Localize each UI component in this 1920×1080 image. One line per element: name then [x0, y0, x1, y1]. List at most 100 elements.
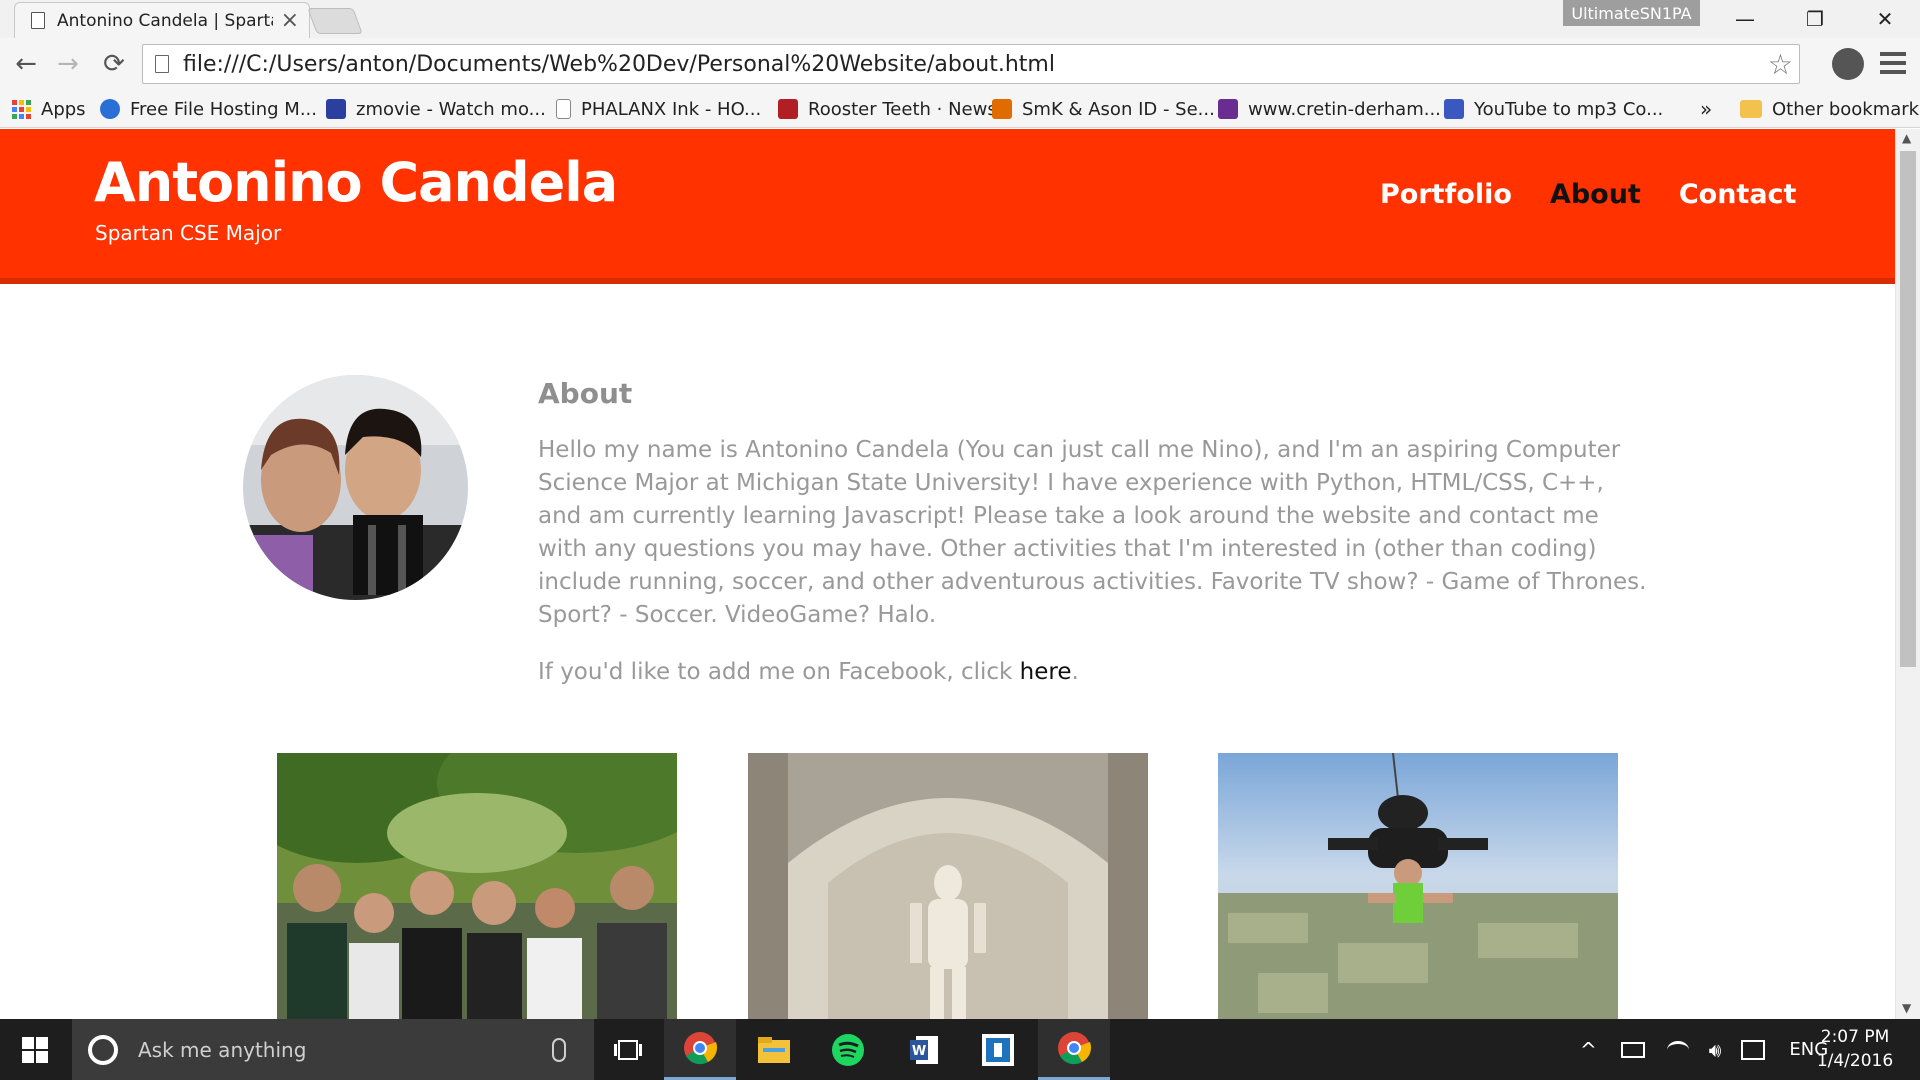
site-subtitle: Spartan CSE Major [95, 221, 282, 245]
site-nav: Portfolio About Contact [1342, 179, 1796, 210]
microphone-icon[interactable] [552, 1037, 566, 1062]
film-icon [326, 99, 346, 119]
bookmarks-bar: Apps Free File Hosting M... zmovie - Wat… [0, 90, 1920, 128]
bookmark-cretin-derham[interactable]: www.cretin-derham... [1218, 90, 1441, 128]
facebook-suffix: . [1071, 659, 1079, 685]
cretin-icon [1218, 99, 1238, 119]
bookmark-label: Rooster Teeth · News [808, 98, 997, 120]
yt-mp3-icon [1444, 99, 1464, 119]
bookmark-label: SmK & Ason ID - Se... [1022, 98, 1215, 120]
page-icon [155, 55, 169, 73]
chrome-icon [1058, 1032, 1091, 1065]
site-title[interactable]: Antonino Candela [94, 151, 618, 214]
profile-badge[interactable]: UltimateSN1PA [1563, 0, 1700, 26]
mobile-app-icon [982, 1033, 1014, 1066]
system-tray: ^ 🔊︎ ENG [1580, 1019, 1828, 1080]
bookmark-zmovie[interactable]: zmovie - Watch mo... [326, 90, 546, 128]
back-button[interactable]: ← [8, 46, 44, 82]
scroll-up-icon[interactable]: ▲ [1902, 131, 1911, 145]
bookmark-other[interactable]: Other bookmarks [1740, 90, 1920, 128]
scroll-down-icon[interactable]: ▼ [1902, 1001, 1911, 1015]
bookmark-label: Free File Hosting M... [130, 98, 317, 120]
wifi-icon[interactable] [1666, 1040, 1689, 1059]
taskbar-chrome-2[interactable] [1038, 1019, 1110, 1080]
close-window-button[interactable]: ✕ [1850, 0, 1920, 38]
bookmark-apps[interactable]: Apps [12, 90, 86, 128]
cortana-icon [88, 1034, 118, 1065]
reload-button[interactable]: ⟳ [96, 46, 132, 82]
minimize-button[interactable]: — [1710, 0, 1780, 38]
url-text[interactable]: file:///C:/Users/anton/Documents/Web%20D… [183, 52, 1768, 77]
taskbar-file-explorer[interactable] [738, 1019, 810, 1080]
extension-icon[interactable] [1832, 48, 1864, 80]
bookmark-smk-ason[interactable]: SmK & Ason ID - Se... [992, 90, 1215, 128]
taskbar-clock[interactable]: 2:07 PM 1/4/2016 [1810, 1025, 1900, 1073]
facebook-link[interactable]: here [1020, 659, 1072, 685]
restore-button[interactable]: ❐ [1780, 0, 1850, 38]
start-button[interactable] [0, 1019, 70, 1080]
bookmark-label: www.cretin-derham... [1248, 98, 1441, 120]
gallery-photo-david-statue [748, 753, 1148, 1019]
bookmark-rooster-teeth[interactable]: Rooster Teeth · News [778, 90, 997, 128]
page-icon [31, 12, 45, 29]
task-view-icon [614, 1039, 642, 1060]
svg-text:W: W [912, 1044, 926, 1059]
bookmarks-overflow-button[interactable]: » [1700, 90, 1712, 128]
folder-icon [1740, 100, 1762, 118]
browser-tab[interactable]: Antonino Candela | Sparta × [14, 2, 310, 38]
page-icon [556, 99, 571, 119]
new-tab-button[interactable] [307, 8, 363, 34]
apps-grid-icon [12, 99, 31, 119]
bookmark-label: zmovie - Watch mo... [356, 98, 546, 120]
page-scrollbar[interactable]: ▲ ▼ [1895, 129, 1920, 1019]
search-placeholder: Ask me anything [138, 1037, 307, 1062]
rooster-teeth-icon [778, 99, 798, 119]
forward-button[interactable]: → [50, 46, 86, 82]
about-heading: About [538, 377, 633, 410]
bookmark-star-icon[interactable]: ☆ [1768, 48, 1793, 81]
cortana-search-box[interactable]: Ask me anything [72, 1019, 594, 1080]
bookmark-phalanx[interactable]: PHALANX Ink - HO... [556, 90, 761, 128]
battery-icon[interactable] [1620, 1041, 1645, 1058]
clock-time: 2:07 PM [1820, 1027, 1890, 1047]
nav-about[interactable]: About [1550, 179, 1641, 210]
facebook-line: If you'd like to add me on Facebook, cli… [538, 656, 1648, 689]
address-bar[interactable]: file:///C:/Users/anton/Documents/Web%20D… [142, 44, 1800, 84]
nav-portfolio[interactable]: Portfolio [1380, 179, 1512, 210]
action-center-icon[interactable] [1741, 1039, 1766, 1060]
clock-date: 1/4/2016 [1816, 1051, 1894, 1071]
task-view-button[interactable] [592, 1019, 664, 1080]
bookmark-youtube-mp3[interactable]: YouTube to mp3 Co... [1444, 90, 1663, 128]
tab-title: Antonino Candela | Sparta [57, 10, 273, 31]
file-explorer-icon [758, 1036, 790, 1063]
taskbar-mobile-app[interactable] [962, 1019, 1034, 1080]
tab-close-icon[interactable]: × [281, 9, 299, 32]
bookmark-label: Apps [41, 98, 86, 120]
bookmark-label: Other bookmarks [1772, 98, 1920, 120]
taskbar-spotify[interactable] [812, 1019, 884, 1080]
taskbar-chrome[interactable] [664, 1019, 736, 1080]
page-viewport: Antonino Candela Spartan CSE Major Portf… [0, 129, 1895, 1019]
taskbar-word[interactable]: W [888, 1019, 960, 1080]
profile-photo [243, 375, 468, 600]
browser-toolbar: ← → ⟳ file:///C:/Users/anton/Documents/W… [0, 38, 1920, 90]
bookmark-free-file-hosting[interactable]: Free File Hosting M... [100, 90, 317, 128]
spotify-icon [832, 1033, 864, 1066]
smk-icon [992, 99, 1012, 119]
chrome-menu-icon[interactable] [1880, 52, 1906, 74]
volume-icon[interactable]: 🔊︎ [1709, 1038, 1722, 1062]
chrome-icon [684, 1032, 717, 1065]
facebook-prefix: If you'd like to add me on Facebook, cli… [538, 659, 1020, 685]
about-section: About Hello my name is Antonino Candela … [538, 377, 1648, 689]
cloud-icon [100, 99, 120, 119]
word-icon: W [910, 1035, 938, 1064]
gallery-photo-skydiving [1218, 753, 1618, 1019]
about-paragraph: Hello my name is Antonino Candela (You c… [538, 437, 1647, 628]
gallery-photo-family [277, 753, 677, 1019]
scrollbar-thumb[interactable] [1900, 151, 1916, 667]
site-header: Antonino Candela Spartan CSE Major Portf… [0, 129, 1895, 284]
show-hidden-icons-button[interactable]: ^ [1580, 1038, 1597, 1062]
tab-strip: Antonino Candela | Sparta × UltimateSN1P… [0, 0, 1920, 38]
bookmark-label: YouTube to mp3 Co... [1474, 98, 1664, 120]
nav-contact[interactable]: Contact [1679, 179, 1797, 210]
